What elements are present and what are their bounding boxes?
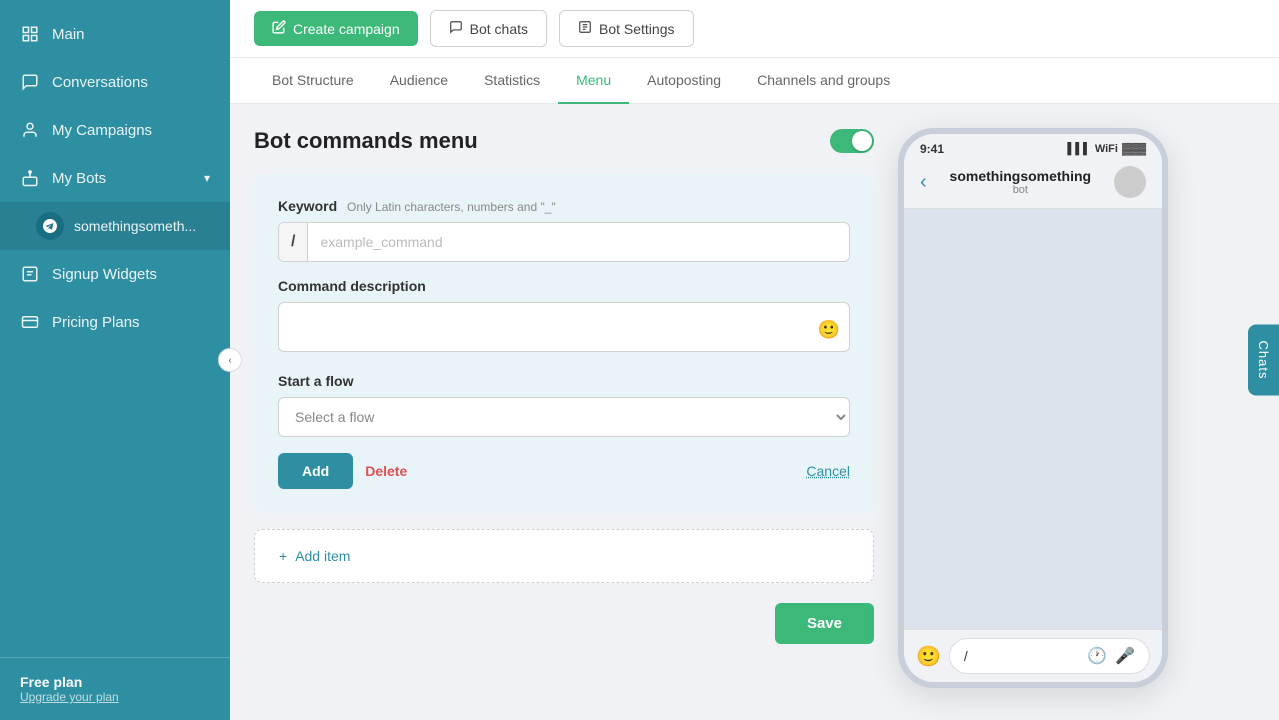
content-area: Bot commands menu Keyword Only Latin cha… [230,104,1279,720]
toggle-switch[interactable] [830,129,874,153]
collapse-sidebar-button[interactable]: ‹ [218,348,242,372]
tab-audience[interactable]: Audience [372,58,466,104]
flow-select[interactable]: Select a flow [278,397,850,437]
phone-bot-name: somethingsomething [937,168,1104,184]
keyword-note: Only Latin characters, numbers and "_" [347,200,556,214]
phone-time: 9:41 [920,142,944,156]
phone-bot-sub: bot [937,184,1104,196]
sidebar-item-label: Pricing Plans [52,314,140,331]
sidebar-item-label: My Bots [52,170,106,187]
chat-bubble-icon [449,20,463,37]
clock-icon: 🕐 [1087,646,1107,666]
pricing-icon [20,312,40,332]
phone-status-bar: 9:41 ▌▌▌ WiFi ▓▓▓ [904,134,1162,160]
bot-chats-button[interactable]: Bot chats [430,10,547,47]
sidebar-item-label: My Campaigns [52,122,152,139]
save-button-row: Save [254,603,874,644]
signup-icon [20,264,40,284]
tab-channels-groups[interactable]: Channels and groups [739,58,908,104]
keyword-input-wrapper: / [278,222,850,262]
sidebar-item-signup[interactable]: Signup Widgets [0,250,230,298]
cancel-button[interactable]: Cancel [806,463,850,479]
add-item-row[interactable]: + Add item [254,529,874,583]
sidebar-nav: Main Conversations My Campaigns My Bots [0,0,230,657]
phone-input-icons: 🕐 🎤 [1087,646,1135,666]
sidebar-item-main[interactable]: Main [0,10,230,58]
phone-bot-info: somethingsomething bot [937,168,1104,196]
main-content: Create campaign Bot chats Bot Settings B… [230,0,1279,720]
person-icon [20,120,40,140]
delete-button[interactable]: Delete [365,463,407,479]
phone-emoji-icon[interactable]: 🙂 [916,644,941,669]
sidebar-item-label: Conversations [52,74,148,91]
bot-settings-button[interactable]: Bot Settings [559,10,694,47]
phone-mockup: 9:41 ▌▌▌ WiFi ▓▓▓ ‹ somethingsomething b… [898,128,1168,688]
description-label: Command description [278,278,850,294]
tab-navigation: Bot Structure Audience Statistics Menu A… [230,58,1279,104]
edit-icon [272,20,286,37]
card-actions: Add Delete Cancel [278,453,850,489]
chats-tab[interactable]: Chats [1248,325,1279,396]
sidebar-bottom: Free plan Upgrade your plan [0,657,230,720]
bot-icon [20,168,40,188]
start-flow-label: Start a flow [278,373,850,389]
save-button[interactable]: Save [775,603,874,644]
chevron-down-icon: ▾ [204,171,210,185]
page-title: Bot commands menu [254,128,478,154]
settings-icon [578,20,592,37]
keyword-label: Keyword Only Latin characters, numbers a… [278,198,850,214]
sidebar-item-campaigns[interactable]: My Campaigns [0,106,230,154]
create-campaign-button[interactable]: Create campaign [254,11,418,46]
phone-chat-area [904,209,1162,629]
bot-avatar [36,212,64,240]
top-bar: Create campaign Bot chats Bot Settings [230,0,1279,58]
sidebar-item-conversations[interactable]: Conversations [0,58,230,106]
plus-icon: + [279,548,287,564]
upgrade-link[interactable]: Upgrade your plan [20,690,210,704]
add-item-label: Add item [295,548,350,564]
phone-bot-avatar [1114,166,1146,198]
phone-slash: / [964,648,968,664]
description-field-wrapper: 🙂 [278,302,850,357]
phone-status-icons: ▌▌▌ WiFi ▓▓▓ [1067,143,1146,155]
page-title-row: Bot commands menu [254,128,874,154]
command-card: Keyword Only Latin characters, numbers a… [254,174,874,513]
plan-name: Free plan [20,674,210,690]
tab-autoposting[interactable]: Autoposting [629,58,739,104]
grid-icon [20,24,40,44]
wifi-icon: WiFi [1095,143,1118,155]
add-button[interactable]: Add [278,453,353,489]
description-textarea[interactable] [278,302,850,352]
phone-header: ‹ somethingsomething bot [904,160,1162,209]
tab-statistics[interactable]: Statistics [466,58,558,104]
sidebar-item-bot[interactable]: somethingsometh... [0,202,230,250]
slash-prefix: / [279,223,308,261]
phone-input-field[interactable]: / 🕐 🎤 [949,638,1150,674]
chat-icon [20,72,40,92]
back-icon[interactable]: ‹ [920,171,927,194]
mic-icon: 🎤 [1115,646,1135,666]
sidebar-item-label: Signup Widgets [52,266,157,283]
tab-menu[interactable]: Menu [558,58,629,104]
bot-name-label: somethingsometh... [74,218,196,234]
phone-input-bar: 🙂 / 🕐 🎤 [904,629,1162,682]
keyword-input[interactable] [308,224,849,260]
tab-bot-structure[interactable]: Bot Structure [254,58,372,104]
sidebar: Main Conversations My Campaigns My Bots [0,0,230,720]
sidebar-item-pricing[interactable]: Pricing Plans [0,298,230,346]
form-panel: Bot commands menu Keyword Only Latin cha… [254,128,874,696]
emoji-icon[interactable]: 🙂 [818,319,840,340]
sidebar-item-mybots[interactable]: My Bots ▾ [0,154,230,202]
battery-icon: ▓▓▓ [1122,143,1146,155]
signal-icon: ▌▌▌ [1067,143,1090,155]
sidebar-item-label: Main [52,26,85,43]
